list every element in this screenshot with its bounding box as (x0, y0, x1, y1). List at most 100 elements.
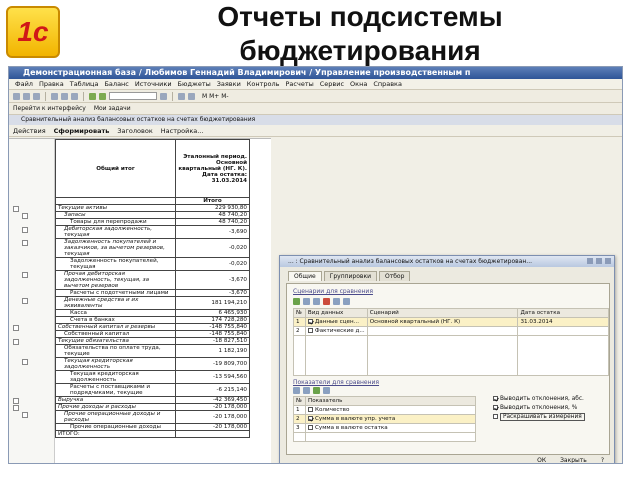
row-checkbox[interactable] (307, 319, 313, 324)
table-row[interactable]: 2 Фактические д... (293, 326, 609, 336)
collapse-toggle[interactable] (22, 240, 28, 246)
output-options: Выводить отклонения, абс. Выводить откло… (493, 395, 585, 422)
tab-groupings[interactable]: Группировки (323, 271, 377, 281)
table-row[interactable]: 1 Количество (293, 405, 476, 415)
menu-item[interactable]: Справка (373, 79, 402, 89)
actions-menu[interactable]: Действия (13, 127, 46, 135)
option-color-dimensions[interactable]: Раскрашивать измерения (493, 413, 585, 422)
edit-icon[interactable] (313, 298, 320, 305)
undo-icon[interactable] (89, 92, 96, 100)
row-checkbox[interactable] (308, 416, 313, 421)
collapse-toggle[interactable] (13, 398, 19, 404)
row-checkbox[interactable] (308, 425, 313, 430)
collapse-toggle[interactable] (13, 206, 19, 212)
table-row: Текущая кредиторская задолженность -13 59… (55, 370, 250, 384)
help-icon[interactable]: ? (597, 456, 608, 463)
calendar-icon[interactable] (188, 92, 195, 100)
row-checkbox[interactable] (308, 407, 313, 412)
header-button[interactable]: Заголовок (117, 127, 152, 135)
table-row: Задолженность покупателей, текущая -0,020 (55, 257, 250, 271)
collapse-toggle[interactable] (22, 298, 28, 304)
delete-icon[interactable] (323, 298, 330, 305)
table-row: Задолженность покупателей и заказчиков, … (55, 238, 250, 258)
move-down-icon[interactable] (343, 298, 350, 305)
collapse-toggle[interactable] (22, 227, 28, 233)
find-icon[interactable] (160, 92, 167, 100)
check-all-icon[interactable] (313, 387, 320, 394)
menu-item[interactable]: Файл (15, 79, 33, 89)
table-row: Собственный капитал -148 755,840 (55, 330, 250, 338)
collapse-toggle[interactable] (22, 412, 28, 418)
table-row: Выручка -42 369,450 (55, 396, 250, 404)
dialog-buttons: ОК Закрыть ? (533, 456, 608, 463)
ok-button[interactable]: ОК (533, 456, 550, 463)
menu-item[interactable]: Сервис (320, 79, 344, 89)
tab-filter[interactable]: Отбор (378, 271, 411, 281)
row-value: 48 740,20 (175, 211, 250, 219)
table-row[interactable]: 3 Сумма в валюте остатка (293, 423, 476, 433)
new-doc-icon[interactable] (13, 92, 20, 100)
scenarios-toolbar (293, 298, 350, 305)
close-button[interactable]: Закрыть (556, 456, 591, 463)
my-tasks-button[interactable]: Мои задачи (94, 105, 131, 112)
search-combo[interactable] (109, 92, 157, 100)
redo-icon[interactable] (99, 92, 106, 100)
collapse-toggle[interactable] (13, 325, 19, 331)
menu-item[interactable]: Заявки (217, 79, 241, 89)
maximize-icon[interactable] (596, 258, 602, 264)
table-row[interactable]: 1 Данные сцен... Основной квартальный (НГ.… (293, 317, 609, 327)
table-row: Касса 6 465,930 (55, 309, 250, 317)
report-actions-bar: Действия Сформировать Заголовок Настройк… (9, 125, 622, 137)
option-abs-deviation[interactable]: Выводить отклонения, абс. (493, 395, 585, 404)
collapse-toggle[interactable] (22, 359, 28, 365)
tab-general[interactable]: Общие (288, 271, 322, 281)
row-value: 1 182,190 (175, 344, 250, 358)
menu-item[interactable]: Бюджеты (178, 79, 211, 89)
generate-button[interactable]: Сформировать (54, 127, 110, 135)
close-icon[interactable] (605, 258, 611, 264)
copy-row-icon[interactable] (303, 298, 310, 305)
row-checkbox[interactable] (307, 328, 313, 333)
table-row: Денежные средства и их эквиваленты 181 19… (55, 296, 250, 310)
add-icon[interactable] (293, 298, 300, 305)
move-up-icon[interactable] (333, 298, 340, 305)
row-label: Прочие доходы и расходы (55, 403, 176, 411)
cut-icon[interactable] (51, 92, 58, 100)
menu-item[interactable]: Правка (39, 79, 64, 89)
menu-item[interactable]: Окна (350, 79, 367, 89)
menu-item[interactable]: Источники (135, 79, 172, 89)
move-down-icon[interactable] (303, 387, 310, 394)
paste-icon[interactable] (71, 92, 78, 100)
move-up-icon[interactable] (293, 387, 300, 394)
menu-item[interactable]: Таблица (70, 79, 99, 89)
row-value (175, 430, 250, 438)
menu-item[interactable]: Баланс (104, 79, 128, 89)
table-row: Расчеты с подотчетными лицами -3,670 (55, 289, 250, 297)
collapse-toggle[interactable] (13, 405, 19, 411)
calculator-icon[interactable] (178, 92, 185, 100)
menu-item[interactable]: Расчеты (286, 79, 314, 89)
uncheck-all-icon[interactable] (323, 387, 330, 394)
minimize-icon[interactable] (587, 258, 593, 264)
collapse-toggle[interactable] (22, 272, 28, 278)
copy-icon[interactable] (61, 92, 68, 100)
row-label: Текущие обязательства (55, 337, 176, 345)
save-icon[interactable] (33, 92, 40, 100)
row-label: Выручка (55, 396, 176, 404)
memory-buttons[interactable]: M M+ M- (202, 93, 229, 100)
row-label: Собственный капитал и резервы (55, 323, 176, 331)
row-label: Касса (55, 309, 176, 317)
report-total-header: Итого (175, 197, 250, 205)
collapse-toggle[interactable] (22, 213, 28, 219)
open-icon[interactable] (23, 92, 30, 100)
table-row[interactable]: 2 Сумма в валюте упр. учета (293, 414, 476, 424)
table-row: Обязательства по оплате труда, текущие 1 … (55, 344, 250, 358)
settings-button[interactable]: Настройка... (161, 127, 204, 135)
collapse-toggle[interactable] (13, 339, 19, 345)
option-pct-deviation[interactable]: Выводить отклонения, % (493, 404, 585, 413)
table-row: Дебиторская задолженность, текущая -3,690 (55, 225, 250, 239)
menu-item[interactable]: Контроль (247, 79, 280, 89)
row-value: -42 369,450 (175, 396, 250, 404)
row-value: -13 594,560 (175, 370, 250, 384)
switch-interface-button[interactable]: Перейти к интерфейсу (13, 105, 86, 112)
